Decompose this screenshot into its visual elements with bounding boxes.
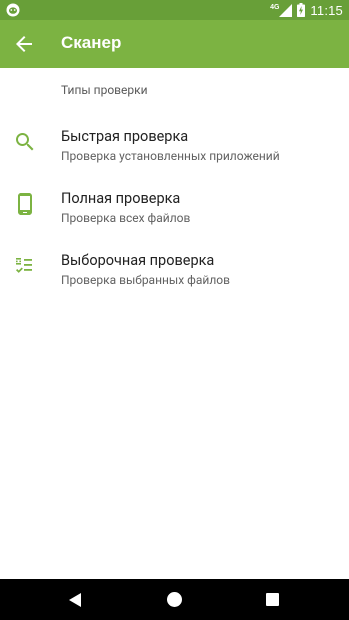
page-title: Сканер — [61, 33, 122, 52]
scan-option-subtitle: Проверка всех файлов — [61, 211, 191, 225]
app-bar: Сканер — [0, 20, 349, 68]
section-header: Типы проверки — [61, 83, 148, 97]
battery-charging-icon — [297, 3, 306, 17]
network-type: 4G — [270, 3, 280, 11]
system-navigation-bar — [0, 579, 349, 620]
nav-home-icon[interactable] — [167, 592, 182, 607]
nav-back-icon[interactable] — [67, 592, 83, 608]
scan-option-quick[interactable]: Быстрая проверка Проверка установленных … — [0, 122, 349, 182]
search-icon — [16, 133, 34, 151]
app-notification-icon — [6, 3, 20, 17]
scan-option-title: Быстрая проверка — [61, 128, 189, 145]
signal-icon — [279, 3, 293, 17]
scan-option-subtitle: Проверка выбранных файлов — [61, 273, 230, 287]
smartphone-icon — [18, 193, 32, 215]
scan-option-full[interactable]: Полная проверка Проверка всех файлов — [0, 184, 349, 244]
status-time: 11:15 — [310, 2, 343, 18]
status-indicators: 4G 11:15 — [270, 0, 343, 20]
status-bar: 4G 11:15 — [0, 0, 349, 20]
scan-option-custom[interactable]: Выборочная проверка Проверка выбранных ф… — [0, 246, 349, 306]
scan-option-title: Полная проверка — [61, 190, 181, 207]
checklist-icon — [16, 258, 32, 273]
nav-recents-icon[interactable] — [266, 593, 279, 606]
scan-option-subtitle: Проверка установленных приложений — [61, 149, 280, 163]
scan-option-title: Выборочная проверка — [61, 252, 215, 269]
back-arrow-icon[interactable] — [12, 32, 36, 56]
